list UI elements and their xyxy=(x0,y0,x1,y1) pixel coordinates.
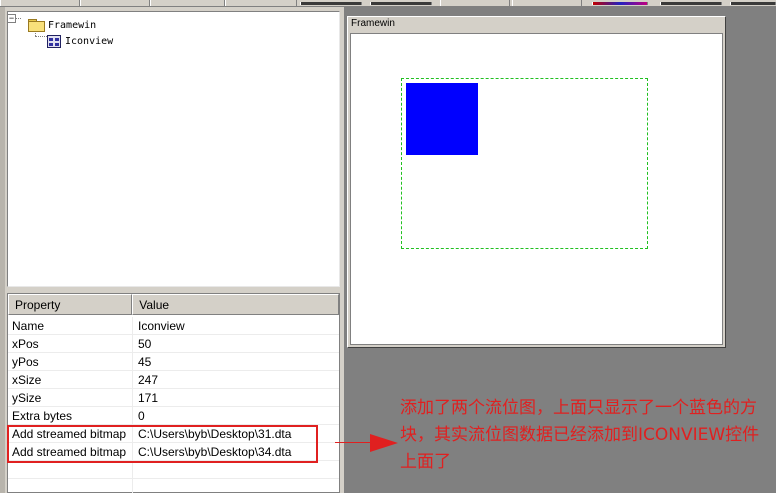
blue-square-icon[interactable] xyxy=(406,83,478,155)
toolbar-segment[interactable] xyxy=(512,0,582,6)
property-row[interactable]: Name Iconview xyxy=(8,317,339,335)
property-name: yPos xyxy=(8,353,133,370)
toolbar-segment[interactable] xyxy=(370,2,432,5)
toolbar-segment[interactable] xyxy=(660,2,722,5)
tree-node-label: Framewin xyxy=(48,19,97,31)
toolbar-segment[interactable] xyxy=(150,0,225,6)
property-value[interactable]: 0 xyxy=(133,407,339,424)
tree-node-framewin[interactable]: Framewin xyxy=(28,17,96,33)
property-name: ySize xyxy=(8,389,133,406)
tree-node-iconview[interactable]: Iconview xyxy=(47,33,113,49)
property-column-header[interactable]: Property xyxy=(8,294,133,315)
toolbar-segment[interactable] xyxy=(80,0,150,6)
property-row[interactable]: xSize 247 xyxy=(8,371,339,389)
property-value[interactable]: 171 xyxy=(133,389,339,406)
tree-connector xyxy=(35,36,47,37)
property-row[interactable]: xPos 50 xyxy=(8,335,339,353)
property-value[interactable]: 247 xyxy=(133,371,339,388)
widget-tree[interactable] xyxy=(7,11,340,287)
property-row[interactable]: yPos 45 xyxy=(8,353,339,371)
property-rows: Name Iconview xPos 50 yPos 45 xSize 247 … xyxy=(8,317,339,493)
property-value[interactable]: Iconview xyxy=(133,317,339,334)
arrow-icon xyxy=(370,434,398,452)
property-grid: Property Value Name Iconview xPos 50 yPo… xyxy=(7,293,340,493)
toolbar-segment[interactable] xyxy=(440,0,510,6)
toolbar-segment[interactable] xyxy=(225,0,297,6)
toolbar-segment[interactable] xyxy=(730,2,776,5)
highlight-box xyxy=(7,425,318,463)
property-value[interactable]: 45 xyxy=(133,353,339,370)
property-name: Extra bytes xyxy=(8,407,133,424)
property-row[interactable]: ySize 171 xyxy=(8,389,339,407)
property-header: Property Value xyxy=(8,294,339,315)
iconview-widget-icon xyxy=(47,34,61,48)
tree-connector xyxy=(16,18,21,19)
toolbar-segment[interactable] xyxy=(0,0,80,6)
empty-row xyxy=(8,461,339,479)
tree-node-label: Iconview xyxy=(65,35,114,47)
property-name: xPos xyxy=(8,335,133,352)
value-column-header[interactable]: Value xyxy=(132,294,339,315)
left-edge xyxy=(0,7,5,493)
framewin-title[interactable]: Framewin xyxy=(350,18,723,32)
toolbar-strip xyxy=(0,0,776,7)
folder-icon xyxy=(28,19,45,32)
property-name: xSize xyxy=(8,371,133,388)
empty-row xyxy=(8,479,339,493)
collapse-toggle-icon[interactable]: − xyxy=(7,14,16,23)
property-name: Name xyxy=(8,317,133,334)
annotation-text: 添加了两个流位图，上面只显示了一个蓝色的方块，其实流位图数据已经添加到ICONV… xyxy=(400,398,760,472)
color-swatch[interactable] xyxy=(592,2,648,5)
toolbar-segment[interactable] xyxy=(300,2,362,5)
arrow-line xyxy=(335,442,375,443)
property-row[interactable]: Extra bytes 0 xyxy=(8,407,339,425)
property-value[interactable]: 50 xyxy=(133,335,339,352)
